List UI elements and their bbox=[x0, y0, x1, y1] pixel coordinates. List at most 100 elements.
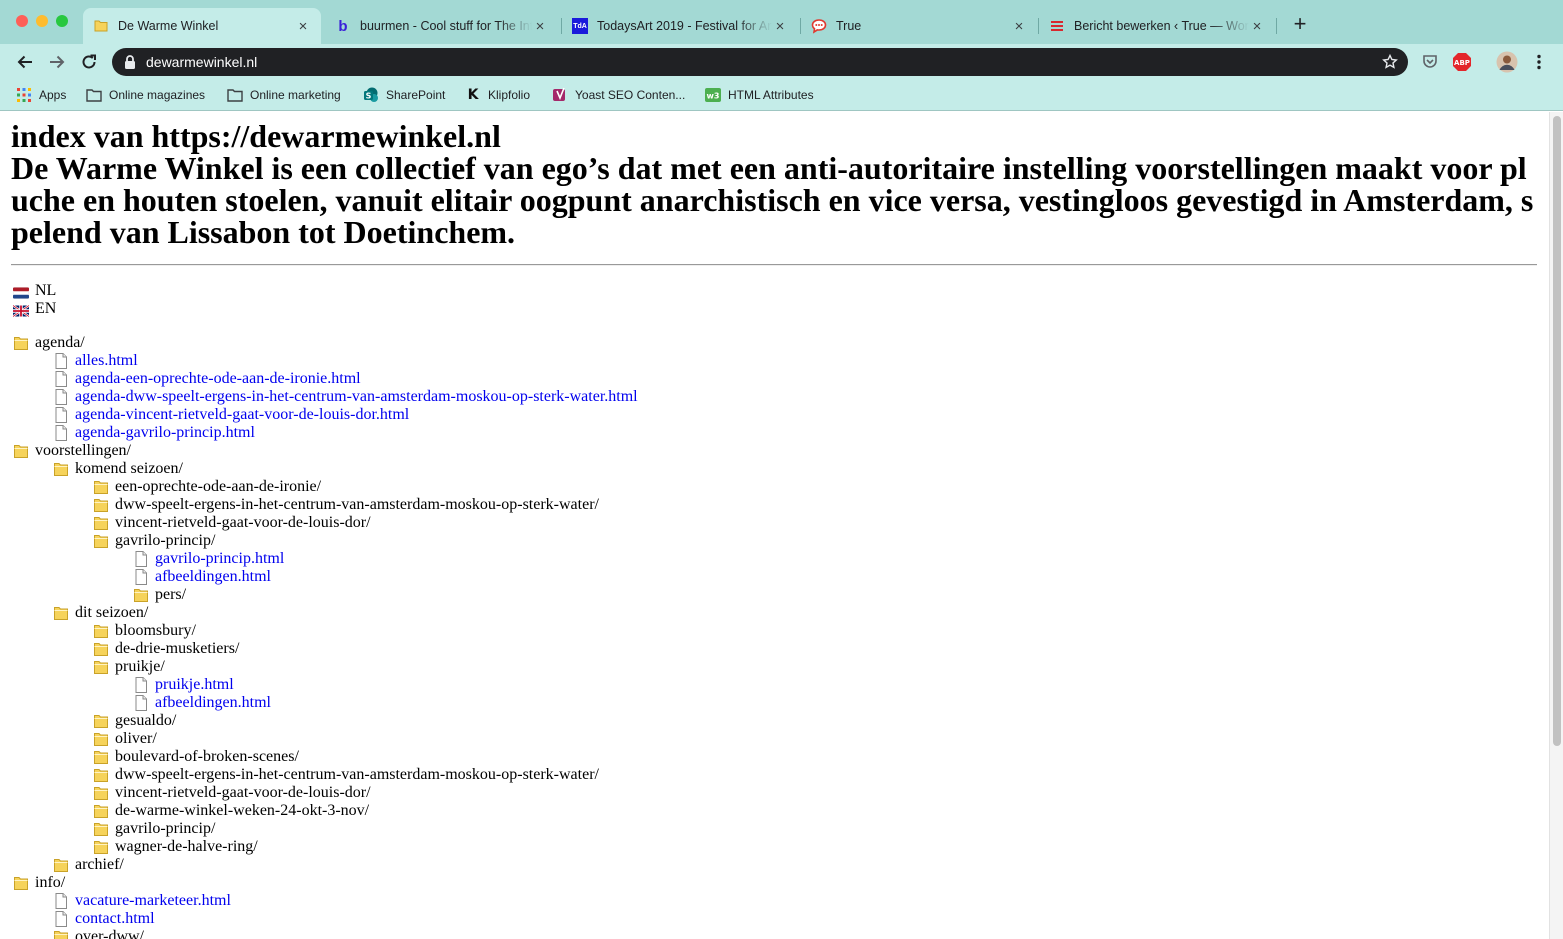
file-link[interactable]: contact.html bbox=[75, 910, 155, 928]
close-icon[interactable]: × bbox=[295, 18, 311, 35]
close-icon[interactable]: × bbox=[1249, 18, 1265, 35]
w3-glyph: w3 bbox=[707, 92, 720, 101]
bookmark-label: Online magazines bbox=[109, 88, 206, 102]
tree-file-row[interactable]: agenda-dww-speelt-ergens-in-het-centrum-… bbox=[0, 388, 1540, 406]
tab-bericht-bewerken[interactable]: Bericht bewerken ‹ True — WordPress × bbox=[1039, 8, 1275, 44]
pocket-extension-button[interactable] bbox=[1419, 51, 1441, 73]
folder-icon bbox=[93, 497, 109, 513]
browser-menu-button[interactable] bbox=[1528, 51, 1550, 73]
vertical-scrollbar[interactable] bbox=[1549, 112, 1563, 939]
close-icon[interactable]: × bbox=[532, 18, 548, 35]
new-tab-button[interactable]: + bbox=[1289, 12, 1311, 36]
tree-file-row[interactable]: contact.html bbox=[0, 910, 1540, 928]
yoast-icon bbox=[552, 87, 568, 103]
tree-file-row[interactable]: alles.html bbox=[0, 352, 1540, 370]
speech-bubble-icon bbox=[811, 18, 827, 34]
tree-file-row[interactable]: agenda-een-oprechte-ode-aan-de-ironie.ht… bbox=[0, 370, 1540, 388]
folder-icon bbox=[86, 87, 102, 103]
tree-file-row[interactable]: afbeeldingen.html bbox=[0, 568, 1540, 586]
pocket-icon bbox=[1423, 55, 1437, 68]
reload-button[interactable] bbox=[77, 50, 101, 74]
folder-label: vincent-rietveld-gaat-voor-de-louis-dor/ bbox=[115, 784, 371, 801]
tree-file-row[interactable]: agenda-gavrilo-princip.html bbox=[0, 424, 1540, 442]
tree-folder-row: vincent-rietveld-gaat-voor-de-louis-dor/ bbox=[0, 514, 1540, 532]
file-link[interactable]: agenda-gavrilo-princip.html bbox=[75, 424, 255, 442]
tree-folder-row: agenda/ bbox=[0, 334, 1540, 352]
file-icon bbox=[133, 677, 149, 693]
bookmark-online-marketing[interactable]: Online marketing bbox=[227, 85, 341, 105]
folder-icon bbox=[93, 515, 109, 531]
tree-folder-row: dit seizoen/ bbox=[0, 604, 1540, 622]
close-icon[interactable]: × bbox=[1011, 18, 1027, 35]
bookmark-apps[interactable]: Apps bbox=[16, 85, 66, 105]
file-link[interactable]: agenda-dww-speelt-ergens-in-het-centrum-… bbox=[75, 388, 638, 406]
file-icon bbox=[53, 353, 69, 369]
adblock-plus-button[interactable]: ABP bbox=[1451, 51, 1473, 73]
forward-button[interactable] bbox=[45, 50, 69, 74]
index-title: index van https://dewarmewinkel.nl bbox=[11, 118, 501, 154]
tree-folder-row: dww-speelt-ergens-in-het-centrum-van-ams… bbox=[0, 496, 1540, 514]
tab-true[interactable]: True × bbox=[801, 8, 1037, 44]
bookmark-yoast[interactable]: Yoast SEO Conten... bbox=[552, 85, 685, 105]
back-button[interactable] bbox=[13, 50, 37, 74]
folder-icon bbox=[93, 641, 109, 657]
folder-label: over-dww/ bbox=[75, 928, 144, 939]
folder-icon bbox=[93, 18, 109, 34]
folder-icon bbox=[133, 587, 149, 603]
apps-grid-icon bbox=[16, 87, 32, 103]
file-icon bbox=[53, 911, 69, 927]
file-link[interactable]: alles.html bbox=[75, 352, 138, 370]
language-label: EN bbox=[35, 300, 57, 317]
tree-folder-row: wagner-de-halve-ring/ bbox=[0, 838, 1540, 856]
tab-buurmen[interactable]: b buurmen - Cool stuff for The Internet … bbox=[325, 8, 558, 44]
close-icon[interactable]: × bbox=[772, 18, 788, 35]
abp-label: ABP bbox=[1454, 59, 1470, 67]
tree-file-row[interactable]: vacature-marketeer.html bbox=[0, 892, 1540, 910]
tree-file-row[interactable]: gavrilo-princip.html bbox=[0, 550, 1540, 568]
tab-todaysart[interactable]: TdA TodaysArt 2019 - Festival for Art × bbox=[562, 8, 798, 44]
maximize-window-button[interactable] bbox=[56, 15, 68, 27]
file-link[interactable]: agenda-een-oprechte-ode-aan-de-ironie.ht… bbox=[75, 370, 361, 388]
file-icon bbox=[133, 695, 149, 711]
bookmark-klipfolio[interactable]: K Klipfolio bbox=[465, 85, 530, 105]
tab-title: buurmen - Cool stuff for The Internet bbox=[360, 19, 532, 33]
tree-folder-row: voorstellingen/ bbox=[0, 442, 1540, 460]
file-link[interactable]: gavrilo-princip.html bbox=[155, 550, 284, 568]
file-link[interactable]: pruikje.html bbox=[155, 676, 234, 694]
folder-icon bbox=[93, 533, 109, 549]
tab-title: De Warme Winkel bbox=[118, 19, 219, 33]
folder-icon bbox=[13, 875, 29, 891]
folder-icon bbox=[53, 461, 69, 477]
bookmark-sharepoint[interactable]: S SharePoint bbox=[363, 85, 445, 105]
bookmark-star-icon[interactable] bbox=[1382, 53, 1398, 75]
folder-icon bbox=[93, 659, 109, 675]
language-en[interactable]: EN bbox=[0, 300, 1540, 318]
bookmark-label: Apps bbox=[39, 88, 67, 102]
file-link[interactable]: afbeeldingen.html bbox=[155, 568, 271, 586]
address-bar[interactable]: dewarmewinkel.nl bbox=[112, 48, 1408, 76]
tree-file-row[interactable]: afbeeldingen.html bbox=[0, 694, 1540, 712]
page-viewport: index van https://dewarmewinkel.nl De Wa… bbox=[0, 112, 1549, 939]
folder-label: oliver/ bbox=[115, 730, 157, 747]
folder-label: de-warme-winkel-weken-24-okt-3-nov/ bbox=[115, 802, 370, 819]
tree-file-row[interactable]: pruikje.html bbox=[0, 676, 1540, 694]
klipfolio-icon: K bbox=[467, 87, 479, 103]
file-icon bbox=[133, 551, 149, 567]
tab-separator bbox=[1276, 18, 1277, 34]
tab-de-warme-winkel[interactable]: De Warme Winkel × bbox=[83, 8, 321, 44]
bookmark-online-magazines[interactable]: Online magazines bbox=[86, 85, 205, 105]
scrollbar-thumb[interactable] bbox=[1553, 116, 1561, 746]
minimize-window-button[interactable] bbox=[36, 15, 48, 27]
profile-avatar[interactable] bbox=[1496, 51, 1518, 73]
horizontal-rule bbox=[11, 264, 1537, 266]
file-link[interactable]: vacature-marketeer.html bbox=[75, 892, 231, 910]
bookmark-html-attributes[interactable]: w3 HTML Attributes bbox=[705, 85, 814, 105]
language-nl[interactable]: NL bbox=[0, 282, 1540, 300]
close-window-button[interactable] bbox=[16, 15, 28, 27]
folder-icon bbox=[93, 713, 109, 729]
file-link[interactable]: agenda-vincent-rietveld-gaat-voor-de-lou… bbox=[75, 406, 409, 424]
tree-file-row[interactable]: agenda-vincent-rietveld-gaat-voor-de-lou… bbox=[0, 406, 1540, 424]
tree-folder-row: bloomsbury/ bbox=[0, 622, 1540, 640]
file-link[interactable]: afbeeldingen.html bbox=[155, 694, 271, 712]
